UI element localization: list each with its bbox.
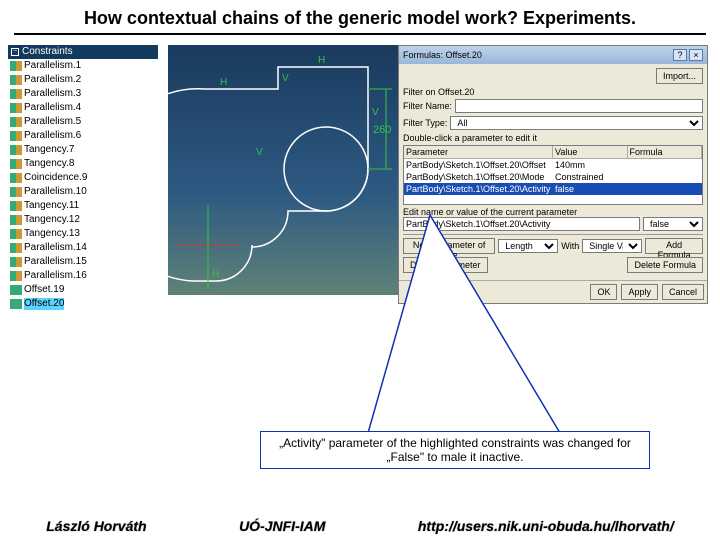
callout-box: „Activity" parameter of the highlighted … xyxy=(260,431,650,469)
stage: − Constraints Parallelism.1Parallelism.2… xyxy=(0,35,720,455)
footer: László Horváth UÓ-JNFI-IAM http://users.… xyxy=(0,518,720,534)
footer-author: László Horváth xyxy=(46,518,146,534)
footer-url[interactable]: http://users.nik.uni-obuda.hu/lhorvath/ xyxy=(418,518,674,534)
callout-connector xyxy=(0,35,720,465)
footer-org: UÓ-JNFI-IAM xyxy=(239,518,325,534)
page-title: How contextual chains of the generic mod… xyxy=(14,0,706,35)
